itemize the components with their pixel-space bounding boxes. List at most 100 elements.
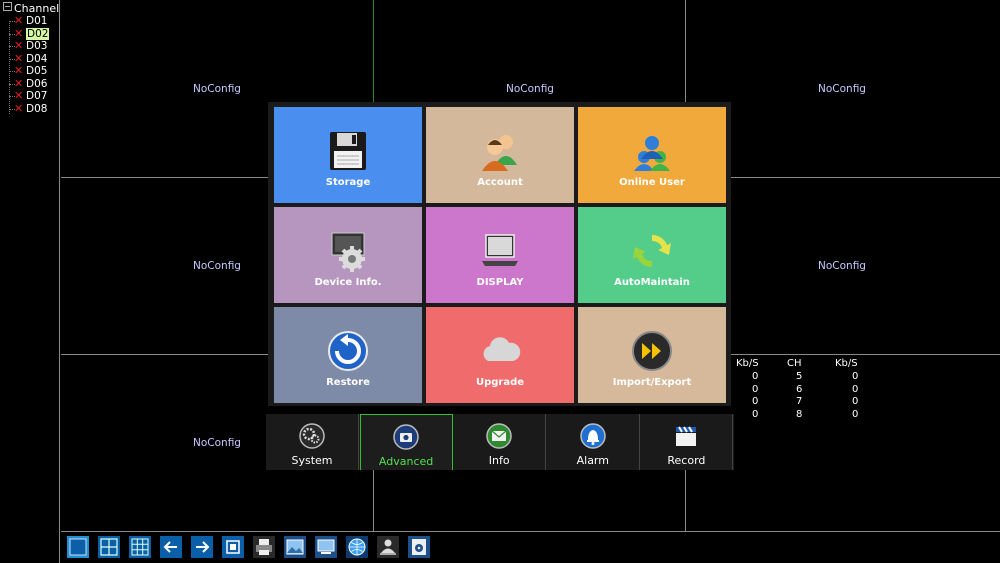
grid-line xyxy=(373,470,374,531)
disconnected-icon: ✕ xyxy=(14,64,24,77)
next-icon[interactable] xyxy=(191,536,213,558)
printer-icon[interactable] xyxy=(253,536,275,558)
mail-icon xyxy=(485,422,513,450)
menu-tile-label: Restore xyxy=(326,377,370,388)
channel-item[interactable]: ✕ D01 xyxy=(9,14,54,28)
tab-label: System xyxy=(291,454,333,467)
channel-status-text: NoConfig xyxy=(193,260,241,272)
menu-tile-online-user[interactable]: Online User xyxy=(578,107,726,203)
users-icon xyxy=(478,129,522,173)
menu-tile-label: Online User xyxy=(619,177,685,188)
menu-tile-display[interactable]: DISPLAY xyxy=(426,207,574,303)
tab-record[interactable]: Record xyxy=(640,414,734,470)
menu-tile-label: Upgrade xyxy=(475,377,525,388)
channel-label: D07 xyxy=(26,90,48,102)
menu-tile-upgrade[interactable]: Upgrade xyxy=(426,307,574,403)
menu-tile-restore[interactable]: Restore xyxy=(274,307,422,403)
stats-value: 0 xyxy=(852,396,859,407)
recycle-icon xyxy=(630,229,674,273)
disconnected-icon: ✕ xyxy=(14,101,24,115)
online-users-icon xyxy=(630,129,674,173)
stats-value: 0 xyxy=(852,371,859,382)
stats-header: Kb/S xyxy=(835,358,858,369)
tab-label: Alarm xyxy=(576,454,609,467)
tab-label: Advanced xyxy=(378,455,434,468)
channel-item[interactable]: ✕ D08 xyxy=(9,101,54,116)
stats-value: 0 xyxy=(852,383,859,395)
menu-tile-label: DISPLAY xyxy=(476,277,524,288)
stats-value: 0 xyxy=(752,383,759,395)
fullscreen-icon[interactable] xyxy=(222,536,244,558)
channel-label: D03 xyxy=(26,40,48,52)
image-icon[interactable] xyxy=(284,536,306,558)
channel-status-text: NoConfig xyxy=(193,83,241,95)
tab-advanced[interactable]: Advanced xyxy=(359,414,453,470)
channel-label: D01 xyxy=(26,15,48,27)
channel-label: D02 xyxy=(26,27,50,40)
disconnected-icon: ✕ xyxy=(14,39,24,52)
network-icon[interactable] xyxy=(346,536,368,558)
tab-label: Info xyxy=(488,454,510,467)
channel-status-text: NoConfig xyxy=(818,83,866,95)
grid-line xyxy=(685,470,686,531)
menu-tile-label: AutoMaintain xyxy=(614,277,690,288)
user-icon[interactable] xyxy=(377,536,399,558)
stats-value: 5 xyxy=(796,371,803,382)
cloud-icon xyxy=(478,329,522,373)
channel-item[interactable]: ✕ D05 xyxy=(9,64,54,78)
quad-view-icon[interactable] xyxy=(98,536,120,558)
channel-tree-title[interactable]: Channel xyxy=(3,2,59,15)
fast-forward-icon xyxy=(630,329,674,373)
camera-icon xyxy=(392,423,420,451)
menu-tile-account[interactable]: Account xyxy=(426,107,574,203)
channel-label: D04 xyxy=(26,52,48,65)
bell-icon xyxy=(579,422,607,450)
restore-icon xyxy=(326,329,370,373)
taskbar xyxy=(61,531,1000,563)
menu-tile-storage[interactable]: Storage xyxy=(274,107,422,203)
menu-tab-bar: System Advanced Info Alarm Record xyxy=(266,414,734,470)
channel-list: ✕ D01 ✕ D02 ✕ D03 ✕ D04 ✕ D05 ✕ D06 ✕ D07 ✕ D08 xyxy=(9,14,54,116)
channel-status-text: NoConfig xyxy=(818,260,866,272)
grid-line xyxy=(685,0,686,102)
stats-value: 7 xyxy=(796,396,803,407)
channel-label: D08 xyxy=(26,102,48,115)
menu-tile-label: Device Info. xyxy=(314,277,382,288)
disk-icon[interactable] xyxy=(408,536,430,558)
tab-label: Record xyxy=(667,454,706,467)
nine-view-icon[interactable] xyxy=(129,536,151,558)
channel-status-text: NoConfig xyxy=(193,437,241,449)
menu-tile-import-export[interactable]: Import/Export xyxy=(578,307,726,403)
channel-status-text: NoConfig xyxy=(506,83,554,95)
gears-icon xyxy=(298,422,326,450)
grid-line xyxy=(373,0,374,102)
floppy-disk-icon xyxy=(326,129,370,173)
collapse-icon[interactable] xyxy=(3,2,12,11)
monitor-icon[interactable] xyxy=(315,536,337,558)
disconnected-icon: ✕ xyxy=(14,14,24,27)
channel-item[interactable]: ✕ D07 xyxy=(9,89,54,103)
menu-tile-automaintain[interactable]: AutoMaintain xyxy=(578,207,726,303)
stats-header: Kb/S xyxy=(736,358,759,369)
tab-system[interactable]: System xyxy=(266,414,359,470)
clapperboard-icon xyxy=(672,422,700,450)
stats-header: CH xyxy=(787,358,802,369)
laptop-icon xyxy=(478,229,522,273)
disconnected-icon: ✕ xyxy=(14,89,24,102)
stats-value: 6 xyxy=(796,383,803,395)
menu-tile-device-info[interactable]: Device Info. xyxy=(274,207,422,303)
tab-alarm[interactable]: Alarm xyxy=(547,414,640,470)
menu-tile-label: Import/Export xyxy=(612,377,692,388)
channel-item[interactable]: ✕ D03 xyxy=(9,39,54,53)
single-view-icon[interactable] xyxy=(67,536,89,558)
channel-label: D05 xyxy=(26,65,48,77)
stats-value: 0 xyxy=(752,371,759,382)
channel-sidebar: Channel ✕ D01 ✕ D02 ✕ D03 ✕ D04 ✕ D05 ✕ D06 ✕ D07 ✕ D08 xyxy=(0,0,60,563)
menu-tile-label: Account xyxy=(477,177,523,188)
stats-value: 0 xyxy=(852,408,859,420)
previous-icon[interactable] xyxy=(160,536,182,558)
main-menu-panel: Storage Account Online User Device Info. DIS… xyxy=(268,102,731,406)
channel-label: D06 xyxy=(26,77,48,90)
tab-info[interactable]: Info xyxy=(453,414,547,470)
stats-value: 0 xyxy=(752,408,759,420)
